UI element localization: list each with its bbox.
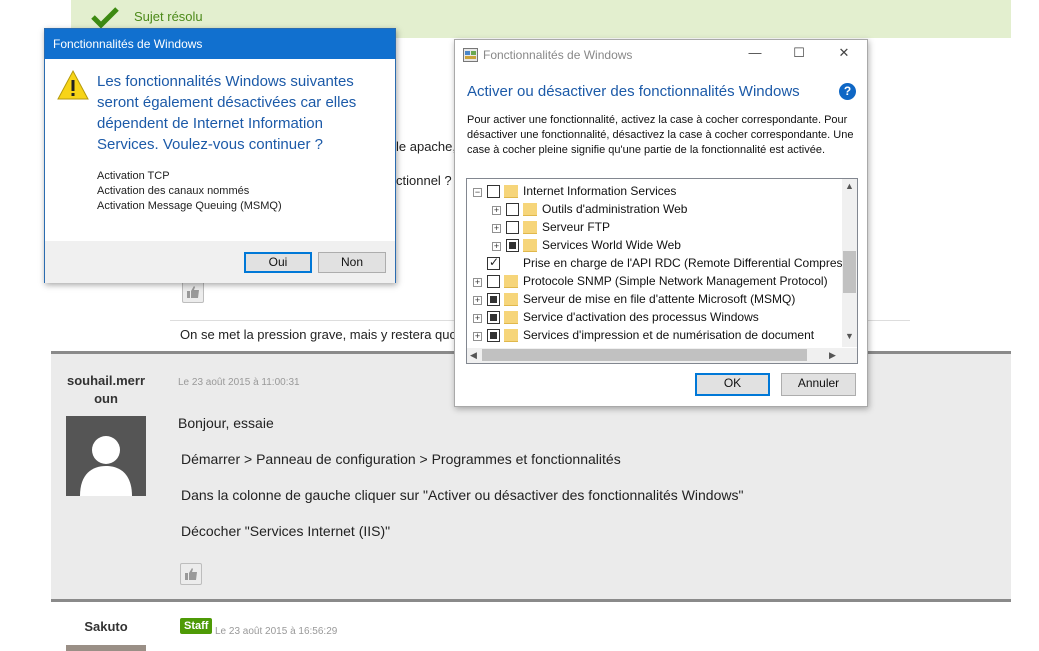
scroll-right-icon[interactable]: ▶ (829, 350, 836, 361)
post-text-fragment: ctionnel ? (396, 173, 452, 188)
window-description: Pour activer une fonctionnalité, activez… (467, 114, 854, 156)
feature-checkbox[interactable] (487, 293, 500, 306)
avatar[interactable] (66, 416, 146, 496)
thumbs-up-icon (187, 286, 199, 298)
scroll-up-icon[interactable]: ▲ (845, 181, 854, 191)
feature-checkbox[interactable] (487, 311, 500, 324)
feature-checkbox[interactable] (487, 329, 500, 342)
cancel-button[interactable]: Annuler (781, 373, 856, 396)
tree-item[interactable]: + Services d'impression et de numérisatio… (467, 327, 842, 345)
tree-item-label: Serveur FTP (542, 220, 611, 234)
check-icon (91, 7, 119, 28)
features-tree[interactable]: − Internet Information Services + Outils d'… (466, 178, 858, 364)
dependent-feature: Activation Message Queuing (MSMQ) (97, 200, 282, 212)
scroll-left-icon[interactable]: ◀ (470, 350, 477, 361)
close-button[interactable]: ✕ (834, 45, 854, 63)
tree-item[interactable]: + Serveur FTP (467, 219, 842, 237)
forum-post: Sakuto Staff Le 23 août 2015 à 16:56:29 (51, 599, 1011, 651)
tree-item[interactable]: − Internet Information Services (467, 183, 842, 201)
expand-icon[interactable]: + (492, 224, 501, 233)
post-date: Le 23 août 2015 à 16:56:29 (215, 626, 338, 637)
window-heading: Activer ou désactiver des fonctionnalité… (467, 83, 800, 100)
confirmation-dialog: Fonctionnalités de Windows Les fonctionn… (44, 28, 396, 283)
staff-badge: Staff (180, 618, 213, 634)
window-titlebar[interactable]: Fonctionnalités de Windows — ☐ ✕ (455, 40, 867, 70)
folder-icon (504, 275, 518, 288)
ok-button[interactable]: OK (695, 373, 770, 396)
tree-item-label: Serveur de mise en file d'attente Micros… (523, 292, 796, 306)
dependent-features-list: Activation TCP Activation des canaux nom… (97, 169, 282, 214)
post-text-fragment: le apache, (396, 139, 456, 154)
dialog-title: Fonctionnalités de Windows (53, 37, 203, 51)
dialog-titlebar[interactable]: Fonctionnalités de Windows (45, 29, 395, 59)
tree-item-label: Service d'activation des processus Windo… (523, 310, 759, 324)
warning-icon (57, 69, 89, 100)
like-button[interactable] (182, 281, 204, 303)
thumbs-up-icon (185, 568, 197, 580)
folder-icon (504, 329, 518, 342)
dependent-feature: Activation des canaux nommés (97, 185, 250, 197)
help-icon[interactable]: ? (839, 83, 856, 100)
feature-checkbox[interactable] (506, 239, 519, 252)
expand-icon[interactable]: + (492, 206, 501, 215)
scroll-down-icon[interactable]: ▼ (845, 331, 854, 341)
feature-checkbox[interactable] (487, 255, 500, 270)
folder-icon (523, 239, 537, 252)
expand-icon[interactable]: + (492, 242, 501, 251)
no-button[interactable]: Non (318, 252, 386, 273)
expand-icon[interactable]: + (473, 314, 482, 323)
yes-button[interactable]: Oui (244, 252, 312, 273)
folder-icon (523, 203, 537, 216)
maximize-button[interactable]: ☐ (789, 45, 809, 63)
feature-checkbox[interactable] (487, 185, 500, 198)
scrollbar-thumb[interactable] (843, 251, 856, 293)
control-panel-icon (463, 48, 478, 62)
folder-icon (504, 293, 518, 306)
folder-icon (523, 221, 537, 234)
tree-item[interactable]: + Serveur de mise en file d'attente Micro… (467, 291, 842, 309)
feature-checkbox[interactable] (506, 221, 519, 234)
tree-item-label: Prise en charge de l'API RDC (Remote Dif… (523, 256, 852, 270)
post-author[interactable]: Sakuto (61, 619, 151, 634)
post-date: Le 23 août 2015 à 11:00:31 (178, 377, 300, 388)
tree-item-label: Services World Wide Web (542, 238, 681, 252)
post-line: Démarrer > Panneau de configuration > Pr… (181, 451, 621, 467)
dialog-message: Les fonctionnalités Windows suivantes se… (97, 73, 357, 153)
folder-icon (504, 311, 518, 324)
folder-icon (504, 185, 518, 198)
tree-item-label: Services d'impression et de numérisation… (523, 328, 815, 342)
user-silhouette-icon (80, 436, 132, 496)
tree-item[interactable]: + Services World Wide Web (467, 237, 842, 255)
tree-item[interactable]: + Outils d'administration Web (467, 201, 842, 219)
tree-item[interactable]: + Service d'activation des processus Wind… (467, 309, 842, 327)
minimize-button[interactable]: — (745, 45, 765, 63)
dependent-feature: Activation TCP (97, 170, 170, 182)
feature-checkbox[interactable] (506, 203, 519, 216)
post-author[interactable]: souhail.merr oun (61, 372, 151, 408)
avatar[interactable] (66, 645, 146, 651)
scrollbar-thumb[interactable] (482, 349, 807, 361)
tree-item-label: Outils d'administration Web (542, 202, 688, 216)
like-button[interactable] (180, 563, 202, 585)
resolved-label: Sujet résolu (134, 9, 203, 24)
tree-item-label: Internet Information Services (523, 184, 677, 198)
expand-icon[interactable]: + (473, 278, 482, 287)
post-text-fragment: On se met la pression grave, mais y rest… (180, 327, 480, 342)
horizontal-scrollbar[interactable]: ◀ ▶ (467, 348, 857, 363)
tree-item[interactable]: + Protocole SNMP (Simple Network Manageme… (467, 273, 842, 291)
windows-features-window: Fonctionnalités de Windows — ☐ ✕ Activer… (454, 39, 868, 407)
tree-item-label: Protocole SNMP (Simple Network Managemen… (523, 274, 828, 288)
post-line: Décocher "Services Internet (IIS)" (181, 523, 391, 539)
window-title: Fonctionnalités de Windows (483, 48, 633, 62)
tree-item[interactable]: Prise en charge de l'API RDC (Remote Dif… (467, 255, 851, 273)
post-line: Dans la colonne de gauche cliquer sur "A… (181, 487, 744, 503)
expand-icon[interactable]: + (473, 296, 482, 305)
feature-checkbox[interactable] (487, 275, 500, 288)
collapse-icon[interactable]: − (473, 188, 482, 197)
vertical-scrollbar[interactable]: ▲ ▼ (842, 179, 857, 347)
post-line: Bonjour, essaie (178, 415, 274, 431)
expand-icon[interactable]: + (473, 332, 482, 341)
